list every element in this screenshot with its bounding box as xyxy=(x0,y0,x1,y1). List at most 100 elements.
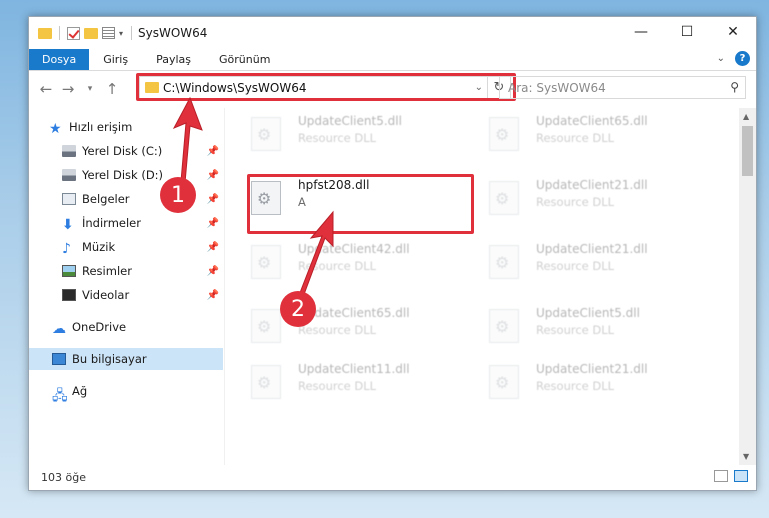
file-name: UpdateClient5.dll xyxy=(298,114,402,128)
view-switcher xyxy=(714,470,748,482)
sidebar-item-label: Yerel Disk (D:) xyxy=(82,168,164,182)
file-name: UpdateClient65.dll xyxy=(536,114,648,128)
title-divider xyxy=(131,26,133,40)
navigation-bar: ← → ▾ ↑ C:\Windows\SysWOW64 ⌄ ↻ Ara: Sys… xyxy=(29,71,756,106)
help-icon[interactable]: ? xyxy=(735,51,750,66)
address-highlight-box xyxy=(136,73,516,101)
sidebar-item-videos[interactable]: Videolar 📌 xyxy=(29,284,223,306)
sidebar-item-network[interactable]: 🖧 Ağ xyxy=(29,380,223,404)
sidebar-item-onedrive[interactable]: ☁ OneDrive xyxy=(29,316,223,338)
sidebar-item-label: Müzik xyxy=(82,240,116,254)
quick-access-toolbar: ▾ xyxy=(29,26,133,40)
recent-locations-icon[interactable]: ▾ xyxy=(79,84,101,94)
back-arrow-icon[interactable]: ← xyxy=(35,80,57,98)
tab-file[interactable]: Dosya xyxy=(29,49,90,70)
videos-icon xyxy=(62,289,76,301)
sidebar-item-disk-d[interactable]: Yerel Disk (D:) 📌 xyxy=(29,164,223,186)
folder-icon xyxy=(38,27,52,39)
pin-icon[interactable]: 📌 xyxy=(207,290,219,301)
sidebar-item-label: Bu bilgisayar xyxy=(72,352,147,366)
list-item[interactable]: UpdateClient65.dll Resource DLL xyxy=(489,114,714,160)
music-icon: ♪ xyxy=(62,241,71,257)
pin-icon[interactable]: 📌 xyxy=(207,218,219,229)
customize-toolbar-icon[interactable] xyxy=(102,27,115,39)
sidebar-item-label: İndirmeler xyxy=(82,216,141,230)
toolbar-divider xyxy=(59,26,60,40)
download-icon: ⬇ xyxy=(62,217,74,233)
sidebar-item-label: Videolar xyxy=(82,288,130,302)
pin-icon[interactable]: 📌 xyxy=(207,194,219,205)
search-input[interactable]: Ara: SysWOW64 ⚲ xyxy=(499,76,746,99)
maximize-button[interactable]: ☐ xyxy=(664,17,710,47)
content-area: ★ Hızlı erişim Yerel Disk (C:) 📌 Yerel D… xyxy=(29,108,758,465)
file-type: Resource DLL xyxy=(298,379,377,393)
tab-view[interactable]: Görünüm xyxy=(205,49,284,70)
file-name: UpdateClient42.dll xyxy=(298,242,410,256)
sidebar-item-music[interactable]: ♪ Müzik 📌 xyxy=(29,236,223,258)
sidebar-item-quick-access[interactable]: ★ Hızlı erişim xyxy=(29,116,223,138)
file-type: Resource DLL xyxy=(298,131,377,145)
dll-file-icon xyxy=(251,309,281,343)
scrollbar-thumb[interactable] xyxy=(742,126,753,176)
tab-share[interactable]: Paylaş xyxy=(142,49,205,70)
sidebar-item-this-pc[interactable]: Bu bilgisayar xyxy=(29,348,223,370)
dll-file-icon xyxy=(489,245,519,279)
search-icon[interactable]: ⚲ xyxy=(730,80,739,94)
new-folder-icon[interactable] xyxy=(84,27,98,39)
file-type: Resource DLL xyxy=(536,379,615,393)
file-type: Resource DLL xyxy=(536,323,615,337)
properties-check-icon[interactable] xyxy=(67,26,80,40)
file-name: UpdateClient21.dll xyxy=(536,362,648,376)
sidebar-item-label: Hızlı erişim xyxy=(69,120,133,134)
sidebar-item-label: Yerel Disk (C:) xyxy=(82,144,163,158)
explorer-window: ▾ SysWOW64 — ☐ ✕ Dosya Giriş Paylaş Görü… xyxy=(28,16,757,491)
list-item[interactable]: UpdateClient21.dll Resource DLL xyxy=(489,178,714,224)
chevron-down-icon[interactable]: ▾ xyxy=(119,29,123,38)
title-bar: ▾ SysWOW64 — ☐ ✕ xyxy=(29,17,756,49)
dll-file-icon xyxy=(251,117,281,151)
dll-file-icon xyxy=(251,245,281,279)
item-count: 103 öğe xyxy=(41,470,86,484)
list-item[interactable]: UpdateClient5.dll Resource DLL xyxy=(251,114,476,160)
sidebar-item-pictures[interactable]: Resimler 📌 xyxy=(29,260,223,282)
file-type: Resource DLL xyxy=(298,259,377,273)
sidebar-item-downloads[interactable]: ⬇ İndirmeler 📌 xyxy=(29,212,223,234)
list-item[interactable]: UpdateClient21.dll Resource DLL xyxy=(489,242,714,288)
star-icon: ★ xyxy=(49,121,62,137)
details-view-icon[interactable] xyxy=(714,470,728,482)
expand-ribbon-icon[interactable]: ⌄ xyxy=(717,53,725,64)
step-marker-one: 1 xyxy=(160,177,196,213)
scroll-down-icon[interactable]: ▼ xyxy=(743,452,749,461)
sidebar-item-disk-c[interactable]: Yerel Disk (C:) 📌 xyxy=(29,140,223,162)
sidebar-item-label: Ağ xyxy=(72,384,88,398)
step-marker-two: 2 xyxy=(280,291,316,327)
pictures-icon xyxy=(62,265,76,277)
list-item[interactable]: UpdateClient21.dll Resource DLL xyxy=(489,362,714,408)
pin-icon[interactable]: 📌 xyxy=(207,170,219,181)
dll-file-icon xyxy=(489,309,519,343)
list-item[interactable]: UpdateClient11.dll Resource DLL xyxy=(251,362,476,408)
pin-icon[interactable]: 📌 xyxy=(207,242,219,253)
large-icons-view-icon[interactable] xyxy=(734,470,748,482)
list-item[interactable]: UpdateClient42.dll Resource DLL xyxy=(251,242,476,288)
dll-file-icon xyxy=(251,365,281,399)
pin-icon[interactable]: 📌 xyxy=(207,266,219,277)
file-name: UpdateClient11.dll xyxy=(298,362,410,376)
pin-icon[interactable]: 📌 xyxy=(207,146,219,157)
file-type: Resource DLL xyxy=(536,195,615,209)
tab-home[interactable]: Giriş xyxy=(89,49,142,70)
file-name: UpdateClient21.dll xyxy=(536,178,648,192)
navigation-pane: ★ Hızlı erişim Yerel Disk (C:) 📌 Yerel D… xyxy=(29,108,225,465)
forward-arrow-icon[interactable]: → xyxy=(57,80,79,98)
sidebar-item-label: Belgeler xyxy=(82,192,130,206)
dll-file-icon xyxy=(489,365,519,399)
vertical-scrollbar[interactable]: ▲ ▼ xyxy=(739,108,756,465)
minimize-button[interactable]: — xyxy=(618,17,664,47)
disk-icon xyxy=(62,169,76,181)
list-item[interactable]: UpdateClient5.dll Resource DLL xyxy=(489,306,714,352)
file-name: UpdateClient21.dll xyxy=(536,242,648,256)
close-button[interactable]: ✕ xyxy=(710,17,756,47)
sidebar-item-label: Resimler xyxy=(82,264,132,278)
scroll-up-icon[interactable]: ▲ xyxy=(743,112,749,121)
up-arrow-icon[interactable]: ↑ xyxy=(101,80,123,98)
